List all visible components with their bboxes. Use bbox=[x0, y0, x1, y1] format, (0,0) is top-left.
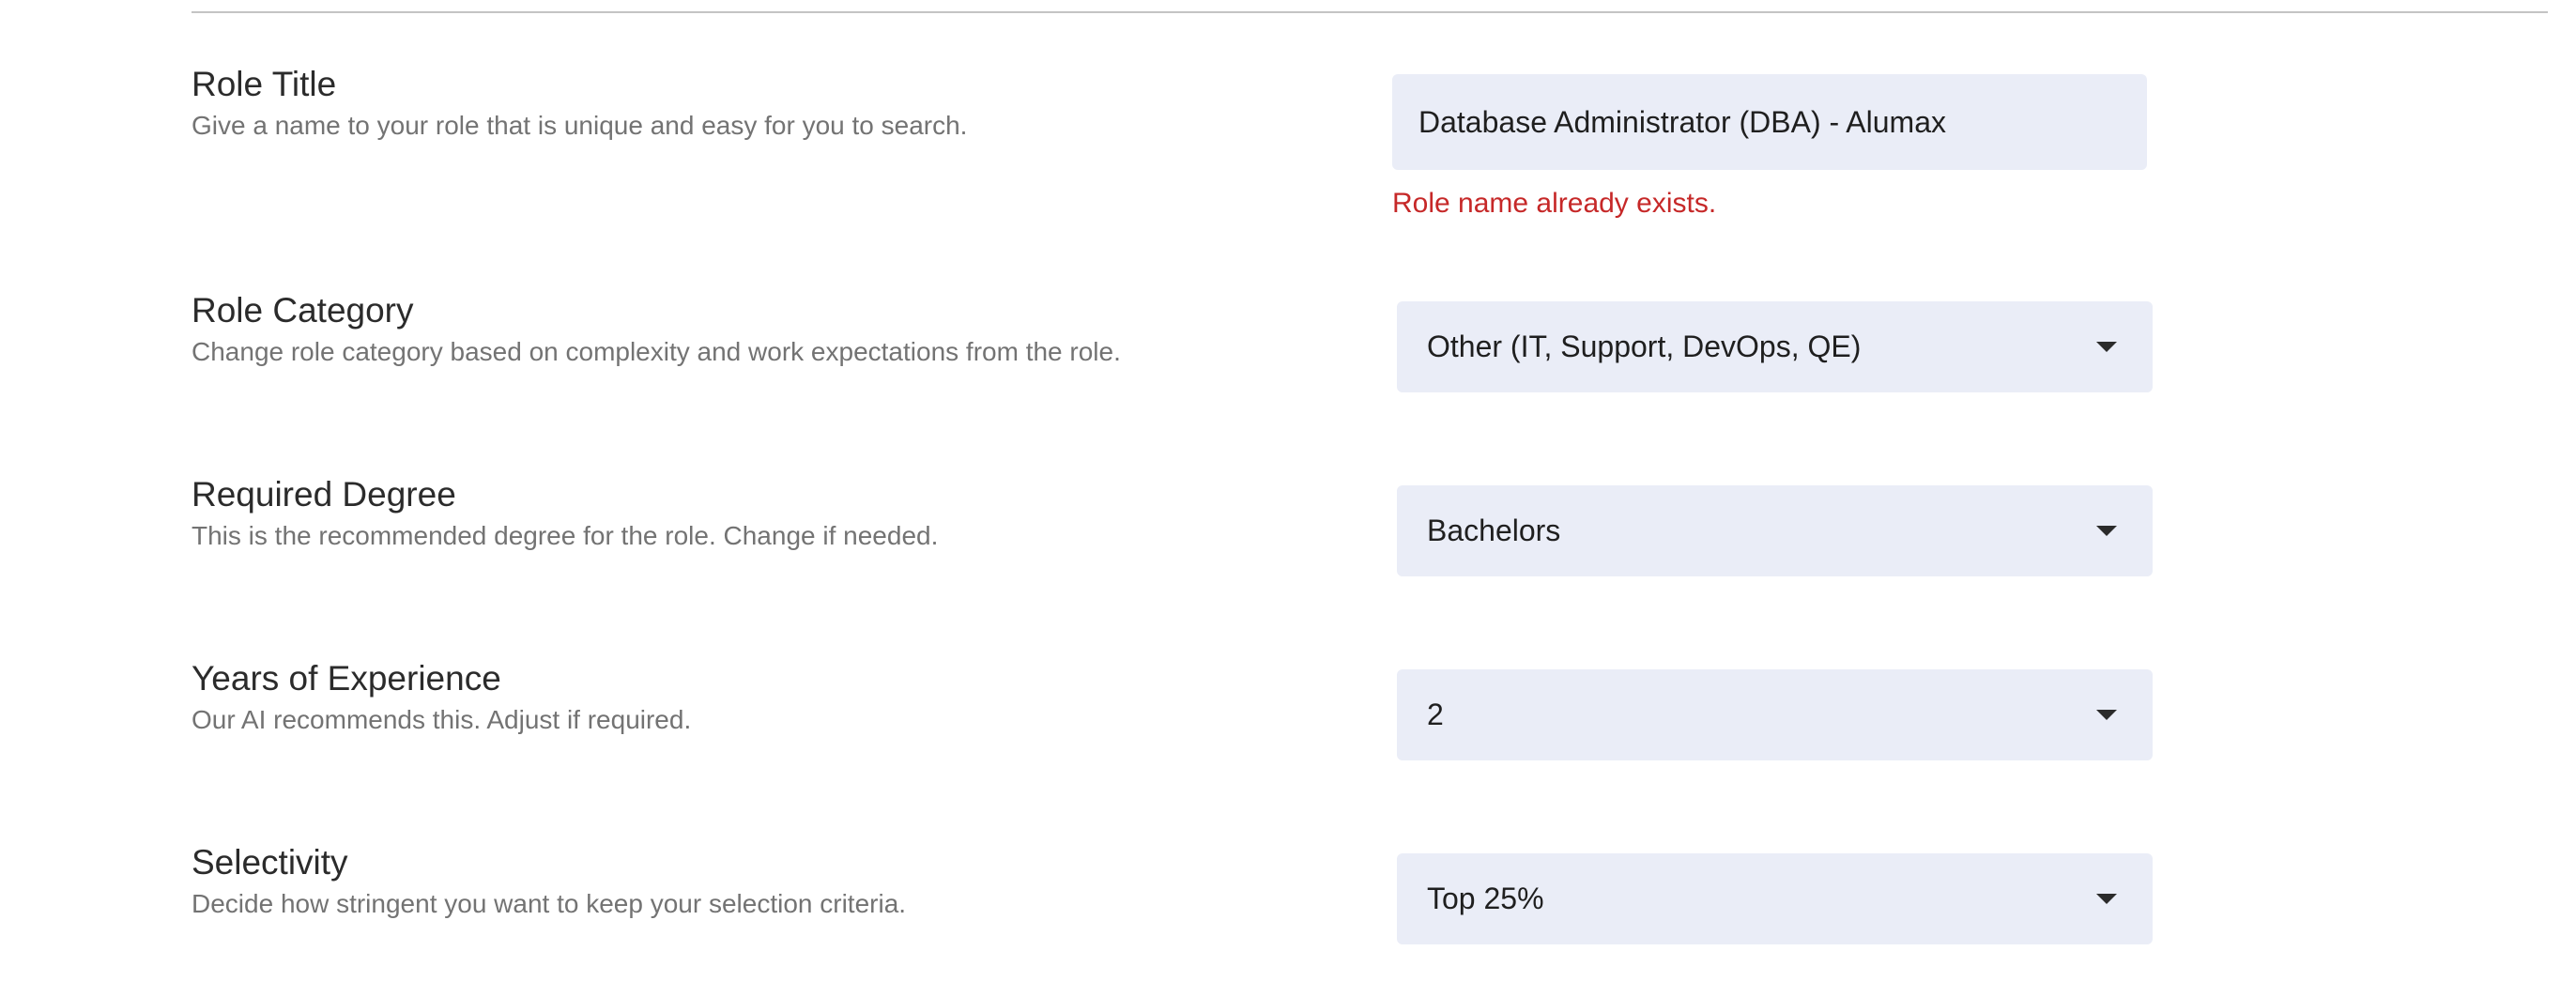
required-degree-selected-value: Bachelors bbox=[1427, 514, 1561, 547]
selectivity-label-group: Selectivity Decide how stringent you wan… bbox=[192, 842, 906, 921]
role-title-heading: Role Title bbox=[192, 65, 337, 103]
role-category-selected-value: Other (IT, Support, DevOps, QE) bbox=[1427, 330, 1862, 363]
required-degree-heading: Required Degree bbox=[192, 475, 456, 514]
required-degree-description: This is the recommended degree for the r… bbox=[192, 521, 939, 550]
selectivity-selected-value: Top 25% bbox=[1427, 882, 1544, 915]
role-title-error: Role name already exists. bbox=[1392, 188, 1717, 219]
chevron-down-icon bbox=[2096, 710, 2117, 720]
selectivity-heading: Selectivity bbox=[192, 843, 348, 882]
selectivity-description: Decide how stringent you want to keep yo… bbox=[192, 889, 907, 918]
role-title-description: Give a name to your role that is unique … bbox=[192, 111, 968, 140]
selectivity-select[interactable]: Top 25% bbox=[1397, 853, 2153, 944]
chevron-down-icon bbox=[2096, 342, 2117, 352]
role-category-heading: Role Category bbox=[192, 291, 414, 330]
years-experience-label-group: Years of Experience Our AI recommends th… bbox=[192, 658, 691, 737]
years-experience-description: Our AI recommends this. Adjust if requir… bbox=[192, 705, 692, 734]
years-experience-selected-value: 2 bbox=[1427, 698, 1444, 731]
required-degree-select[interactable]: Bachelors bbox=[1397, 485, 2153, 576]
top-divider bbox=[192, 11, 2548, 13]
chevron-down-icon bbox=[2096, 526, 2117, 536]
years-experience-heading: Years of Experience bbox=[192, 659, 501, 698]
role-category-label-group: Role Category Change role category based… bbox=[192, 290, 1121, 369]
role-category-description: Change role category based on complexity… bbox=[192, 337, 1121, 366]
role-title-input[interactable] bbox=[1392, 74, 2147, 170]
years-experience-select[interactable]: 2 bbox=[1397, 669, 2153, 760]
role-category-select[interactable]: Other (IT, Support, DevOps, QE) bbox=[1397, 301, 2153, 392]
role-title-label-group: Role Title Give a name to your role that… bbox=[192, 64, 967, 143]
chevron-down-icon bbox=[2096, 894, 2117, 904]
required-degree-label-group: Required Degree This is the recommended … bbox=[192, 474, 938, 553]
